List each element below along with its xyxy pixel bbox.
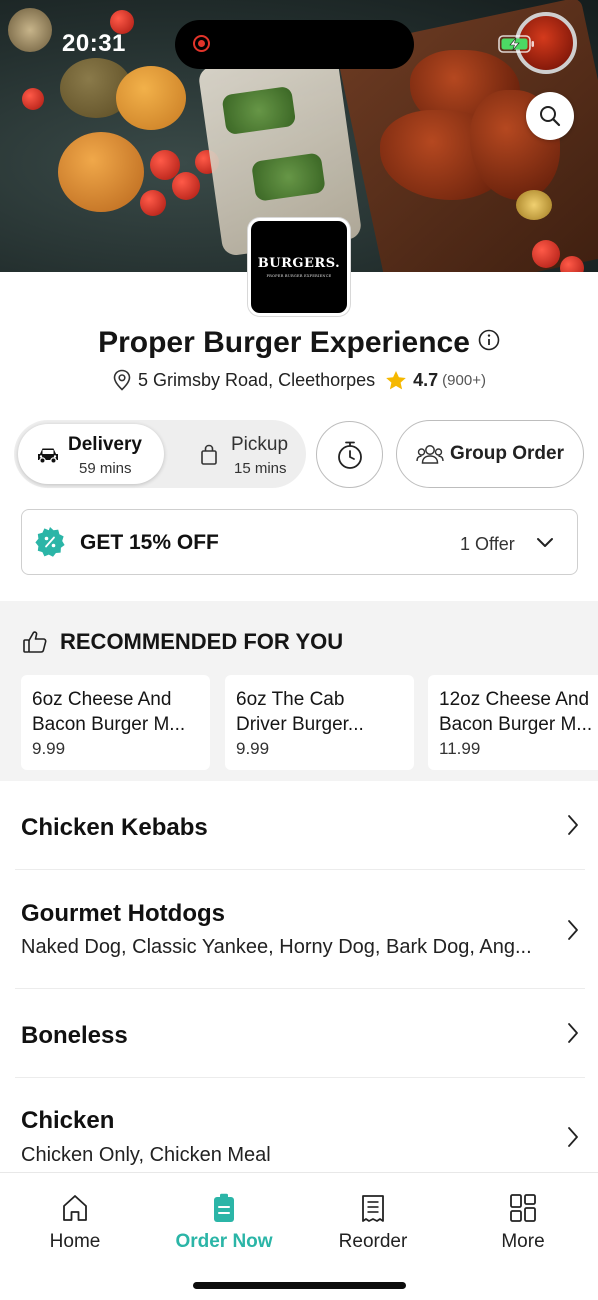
rating-count: (900+) <box>442 371 486 389</box>
stopwatch-icon <box>337 441 362 469</box>
offer-count: 1 Offer <box>460 534 515 554</box>
logo-subtext: PROPER BURGER EXPERIENCE <box>266 274 332 278</box>
shopping-bag-icon <box>201 444 217 465</box>
nav-reorder-label: Reorder <box>338 1231 408 1252</box>
order-mode-toggle: Delivery 59 mins Pickup 15 mins <box>14 420 306 488</box>
nav-more[interactable]: More <box>448 1193 598 1253</box>
recommended-card[interactable]: 12oz Cheese And Bacon Burger M... 11.99 <box>428 675 598 770</box>
pickup-option[interactable]: Pickup 15 mins <box>174 424 304 484</box>
location-pin-icon <box>113 369 131 391</box>
recommended-item-name: 6oz The Cab Driver Burger... <box>236 687 414 737</box>
schedule-button[interactable] <box>316 421 383 488</box>
recommended-item-price: 9.99 <box>32 739 66 758</box>
logo-text: BURGERS. <box>257 256 341 271</box>
delivery-label: Delivery <box>68 434 142 455</box>
address-text: 5 Grimsby Road, Cleethorpes <box>138 369 376 390</box>
recommended-heading: RECOMMENDED FOR YOU <box>22 629 343 655</box>
category-subtitle: Naked Dog, Classic Yankee, Horny Dog, Ba… <box>21 936 532 958</box>
status-time: 20:31 <box>62 30 126 57</box>
discount-badge-icon <box>35 527 65 557</box>
recommended-item-name: 6oz Cheese And Bacon Burger M... <box>32 687 210 737</box>
dynamic-island <box>175 20 414 69</box>
car-icon <box>38 448 58 464</box>
chevron-right-icon <box>568 920 578 940</box>
offer-title: GET 15% OFF <box>80 531 219 554</box>
nav-order-now[interactable]: Order Now <box>149 1193 299 1253</box>
category-title: Gourmet Hotdogs <box>21 900 225 927</box>
category-subtitle: Chicken Only, Chicken Meal <box>21 1144 271 1166</box>
star-icon <box>386 370 406 389</box>
nav-order-now-label: Order Now <box>175 1231 273 1252</box>
info-icon[interactable] <box>478 325 500 359</box>
order-bag-icon <box>214 1193 234 1222</box>
item-name-line: Bacon Burger M... <box>439 714 593 735</box>
category-chicken[interactable]: Chicken Chicken Only, Chicken Meal <box>15 1078 585 1172</box>
recommended-item-price: 11.99 <box>439 739 481 758</box>
nav-reorder[interactable]: Reorder <box>298 1193 448 1253</box>
recommended-item-name: 12oz Cheese And Bacon Burger M... <box>439 687 598 737</box>
category-title: Boneless <box>21 1022 128 1049</box>
chevron-right-icon <box>568 815 578 835</box>
item-name-line: 12oz Cheese And <box>439 689 590 710</box>
restaurant-name-text: Proper Burger Experience <box>98 326 470 359</box>
group-order-label: Group Order <box>449 443 564 464</box>
receipt-icon <box>362 1195 384 1222</box>
delivery-option[interactable]: Delivery 59 mins <box>18 424 164 484</box>
group-users-icon <box>416 445 444 464</box>
chevron-right-icon <box>568 1023 578 1043</box>
search-button[interactable] <box>526 92 574 140</box>
search-icon <box>540 106 561 127</box>
nav-home[interactable]: Home <box>0 1193 150 1253</box>
bottom-navigation: Home Order Now Reorder More <box>0 1172 598 1300</box>
thumbs-up-icon <box>23 631 47 653</box>
offer-banner[interactable]: GET 15% OFF 1 Offer <box>21 509 578 575</box>
recommended-card[interactable]: 6oz The Cab Driver Burger... 9.99 <box>225 675 414 770</box>
pickup-label: Pickup <box>231 434 289 455</box>
chevron-right-icon <box>568 1127 578 1147</box>
pickup-time: 15 mins <box>234 460 287 477</box>
group-order-button[interactable]: Group Order <box>396 420 584 488</box>
item-name-line: 6oz Cheese And <box>32 689 172 710</box>
category-gourmet-hotdogs[interactable]: Gourmet Hotdogs Naked Dog, Classic Yanke… <box>15 870 585 989</box>
nav-more-label: More <box>501 1231 545 1252</box>
rating-value: 4.7 <box>413 369 439 390</box>
recording-indicator-icon <box>193 35 210 52</box>
battery-charging-icon <box>498 35 534 53</box>
home-icon <box>63 1195 87 1221</box>
address-row: 5 Grimsby Road, Cleethorpes 4.7 (900+) <box>0 369 598 391</box>
category-title: Chicken <box>21 1107 115 1134</box>
recommended-item-price: 9.99 <box>236 739 270 758</box>
home-indicator <box>193 1282 406 1289</box>
category-chicken-kebabs[interactable]: Chicken Kebabs <box>15 781 585 870</box>
item-name-line: Driver Burger... <box>236 714 364 735</box>
nav-home-label: Home <box>49 1231 101 1252</box>
recommended-section: RECOMMENDED FOR YOU 6oz Cheese And Bacon… <box>0 601 598 781</box>
restaurant-name: Proper Burger Experience <box>0 326 598 360</box>
item-name-line: 6oz The Cab <box>236 689 345 710</box>
category-boneless[interactable]: Boneless <box>15 989 585 1078</box>
chevron-down-icon <box>537 538 553 547</box>
delivery-time: 59 mins <box>79 460 132 477</box>
grid-icon <box>510 1194 536 1222</box>
recommended-card[interactable]: 6oz Cheese And Bacon Burger M... 9.99 <box>21 675 210 770</box>
item-name-line: Bacon Burger M... <box>32 714 186 735</box>
restaurant-logo: BURGERS. PROPER BURGER EXPERIENCE <box>248 218 350 316</box>
category-title: Chicken Kebabs <box>21 814 208 841</box>
recommended-heading-text: RECOMMENDED FOR YOU <box>60 629 344 654</box>
